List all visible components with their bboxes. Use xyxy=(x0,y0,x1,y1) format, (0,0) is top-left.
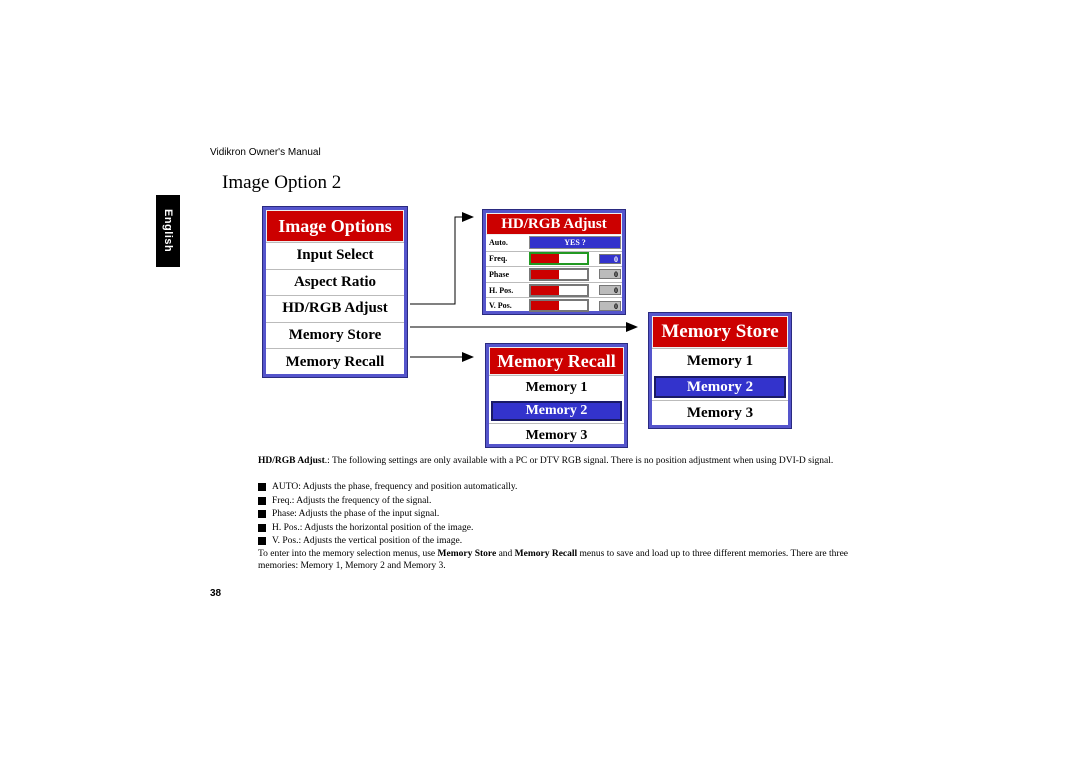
bullet-square-icon xyxy=(258,496,266,505)
page-number: 38 xyxy=(210,588,222,599)
arrowhead-hdrgb xyxy=(462,212,474,222)
memory-desc-text: To enter into the memory selection menus… xyxy=(258,549,438,559)
bullet-vpos: V. Pos.: Adjusts the vertical position o… xyxy=(258,535,462,547)
memory-recall-term: Memory Recall xyxy=(514,549,578,559)
arrowhead-recall xyxy=(462,352,474,362)
bullet-auto: AUTO: Adjusts the phase, frequency and p… xyxy=(258,481,517,493)
arrowhead-store xyxy=(626,322,638,332)
arrow-to-hdrgb xyxy=(410,216,462,305)
memory-desc-text: and xyxy=(496,549,515,559)
bullet-freq: Freq.: Adjusts the frequency of the sign… xyxy=(258,495,431,507)
bullet-text: AUTO: Adjusts the phase, frequency and p… xyxy=(272,482,518,492)
bullet-square-icon xyxy=(258,523,266,532)
hdrgb-term: HD/RGB Adjust xyxy=(258,456,325,466)
hdrgb-desc-text: .: The following settings are only avail… xyxy=(324,456,834,466)
bullet-text: V. Pos.: Adjusts the vertical position o… xyxy=(272,536,463,546)
hdrgb-description: HD/RGB Adjust.: The following settings a… xyxy=(258,455,868,467)
bullet-text: Phase: Adjusts the phase of the input si… xyxy=(272,509,440,519)
bullet-square-icon xyxy=(258,510,266,518)
memory-store-term: Memory Store xyxy=(437,549,497,559)
bullet-text: Freq.: Adjusts the frequency of the sign… xyxy=(272,495,432,506)
bullet-phase: Phase: Adjusts the phase of the input si… xyxy=(258,508,439,520)
bullet-square-icon xyxy=(258,537,266,545)
connector-arrows xyxy=(410,212,638,362)
bullet-hpos: H. Pos.: Adjusts the horizontal position… xyxy=(258,522,473,534)
memory-description: To enter into the memory selection menus… xyxy=(258,548,868,572)
bullet-text: H. Pos.: Adjusts the horizontal position… xyxy=(272,522,474,533)
bullet-square-icon xyxy=(258,483,266,491)
